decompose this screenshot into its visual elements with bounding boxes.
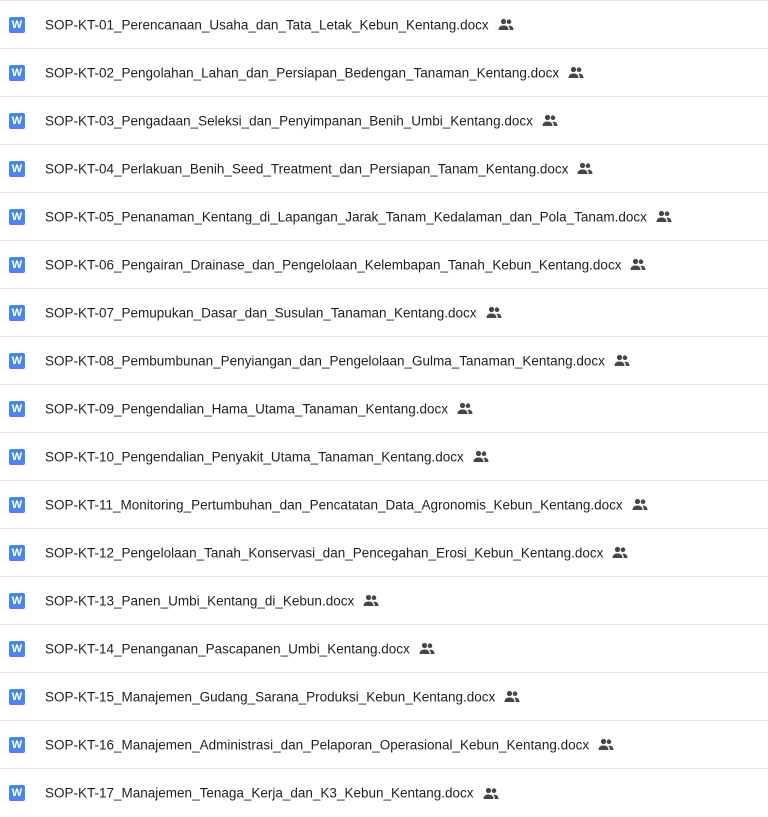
- file-name[interactable]: SOP-KT-09_Pengendalian_Hama_Utama_Tanama…: [45, 401, 448, 416]
- word-icon-letter: W: [11, 210, 23, 223]
- file-name[interactable]: SOP-KT-03_Pengadaan_Seleksi_dan_Penyimpa…: [45, 113, 533, 128]
- file-name[interactable]: SOP-KT-06_Pengairan_Drainase_dan_Pengelo…: [45, 257, 621, 272]
- shared-people-icon: [630, 258, 646, 271]
- word-icon: W: [9, 112, 25, 129]
- word-icon-letter: W: [11, 354, 23, 367]
- shared-people-icon: [614, 354, 630, 367]
- shared-people-icon: [577, 162, 593, 175]
- file-row[interactable]: W SOP-KT-11_Monitoring_Pertumbuhan_dan_P…: [0, 481, 768, 529]
- word-icon: W: [9, 640, 25, 657]
- file-row[interactable]: W SOP-KT-14_Penanganan_Pascapanen_Umbi_K…: [0, 625, 768, 673]
- file-name[interactable]: SOP-KT-14_Penanganan_Pascapanen_Umbi_Ken…: [45, 641, 410, 656]
- word-icon-letter: W: [11, 306, 23, 319]
- word-icon-letter: W: [11, 162, 23, 175]
- word-icon: W: [9, 496, 25, 513]
- word-icon-letter: W: [11, 66, 23, 79]
- word-icon-letter: W: [11, 594, 23, 607]
- word-icon-letter: W: [11, 450, 23, 463]
- file-name[interactable]: SOP-KT-05_Penanaman_Kentang_di_Lapangan_…: [45, 209, 647, 224]
- file-name[interactable]: SOP-KT-01_Perencanaan_Usaha_dan_Tata_Let…: [45, 17, 489, 32]
- shared-people-icon: [419, 642, 435, 655]
- word-icon-letter: W: [11, 498, 23, 511]
- file-row[interactable]: W SOP-KT-05_Penanaman_Kentang_di_Lapanga…: [0, 193, 768, 241]
- word-icon: W: [9, 160, 25, 177]
- file-row[interactable]: W SOP-KT-12_Pengelolaan_Tanah_Konservasi…: [0, 529, 768, 577]
- shared-people-icon: [542, 114, 558, 127]
- file-row[interactable]: W SOP-KT-04_Perlakuan_Benih_Seed_Treatme…: [0, 145, 768, 193]
- shared-people-icon: [498, 18, 514, 31]
- word-icon-letter: W: [11, 258, 23, 271]
- shared-people-icon: [656, 210, 672, 223]
- shared-people-icon: [363, 594, 379, 607]
- word-icon: W: [9, 448, 25, 465]
- shared-people-icon: [568, 66, 584, 79]
- file-row[interactable]: W SOP-KT-06_Pengairan_Drainase_dan_Penge…: [0, 241, 768, 289]
- word-icon: W: [9, 352, 25, 369]
- file-name[interactable]: SOP-KT-11_Monitoring_Pertumbuhan_dan_Pen…: [45, 497, 623, 512]
- file-name[interactable]: SOP-KT-12_Pengelolaan_Tanah_Konservasi_d…: [45, 545, 603, 560]
- shared-people-icon: [483, 787, 499, 799]
- file-name[interactable]: SOP-KT-07_Pemupukan_Dasar_dan_Susulan_Ta…: [45, 305, 477, 320]
- file-row[interactable]: W SOP-KT-08_Pembumbunan_Penyiangan_dan_P…: [0, 337, 768, 385]
- shared-people-icon: [504, 690, 520, 703]
- file-name[interactable]: SOP-KT-16_Manajemen_Administrasi_dan_Pel…: [45, 737, 589, 752]
- shared-people-icon: [486, 306, 502, 319]
- word-icon: W: [9, 544, 25, 561]
- file-row[interactable]: W SOP-KT-01_Perencanaan_Usaha_dan_Tata_L…: [0, 1, 768, 49]
- word-icon: W: [9, 208, 25, 225]
- file-name[interactable]: SOP-KT-15_Manajemen_Gudang_Sarana_Produk…: [45, 689, 495, 704]
- file-row[interactable]: W SOP-KT-13_Panen_Umbi_Kentang_di_Kebun.…: [0, 577, 768, 625]
- shared-people-icon: [598, 738, 614, 751]
- word-icon: W: [9, 785, 25, 801]
- word-icon: W: [9, 64, 25, 81]
- word-icon-letter: W: [11, 738, 23, 751]
- word-icon: W: [9, 688, 25, 705]
- file-row[interactable]: W SOP-KT-03_Pengadaan_Seleksi_dan_Penyim…: [0, 97, 768, 145]
- shared-people-icon: [473, 450, 489, 463]
- word-icon-letter: W: [11, 642, 23, 655]
- file-row[interactable]: W SOP-KT-02_Pengolahan_Lahan_dan_Persiap…: [0, 49, 768, 97]
- file-name[interactable]: SOP-KT-04_Perlakuan_Benih_Seed_Treatment…: [45, 161, 568, 176]
- file-name[interactable]: SOP-KT-08_Pembumbunan_Penyiangan_dan_Pen…: [45, 353, 605, 368]
- file-row[interactable]: W SOP-KT-10_Pengendalian_Penyakit_Utama_…: [0, 433, 768, 481]
- file-row[interactable]: W SOP-KT-15_Manajemen_Gudang_Sarana_Prod…: [0, 673, 768, 721]
- file-row[interactable]: W SOP-KT-16_Manajemen_Administrasi_dan_P…: [0, 721, 768, 769]
- file-name[interactable]: SOP-KT-13_Panen_Umbi_Kentang_di_Kebun.do…: [45, 593, 354, 608]
- word-icon-letter: W: [11, 787, 23, 799]
- shared-people-icon: [632, 498, 648, 511]
- file-list: W SOP-KT-01_Perencanaan_Usaha_dan_Tata_L…: [0, 0, 768, 811]
- shared-people-icon: [457, 402, 473, 415]
- word-icon: W: [9, 256, 25, 273]
- word-icon-letter: W: [11, 546, 23, 559]
- shared-people-icon: [612, 546, 628, 559]
- file-name[interactable]: SOP-KT-10_Pengendalian_Penyakit_Utama_Ta…: [45, 449, 464, 464]
- file-row[interactable]: W SOP-KT-07_Pemupukan_Dasar_dan_Susulan_…: [0, 289, 768, 337]
- word-icon: W: [9, 16, 25, 33]
- word-icon: W: [9, 400, 25, 417]
- file-row[interactable]: W SOP-KT-09_Pengendalian_Hama_Utama_Tana…: [0, 385, 768, 433]
- file-name[interactable]: SOP-KT-17_Manajemen_Tenaga_Kerja_dan_K3_…: [45, 786, 474, 801]
- word-icon-letter: W: [11, 18, 23, 31]
- file-name[interactable]: SOP-KT-02_Pengolahan_Lahan_dan_Persiapan…: [45, 65, 559, 80]
- word-icon: W: [9, 304, 25, 321]
- word-icon-letter: W: [11, 402, 23, 415]
- file-row[interactable]: W SOP-KT-17_Manajemen_Tenaga_Kerja_dan_K…: [0, 769, 768, 817]
- word-icon-letter: W: [11, 690, 23, 703]
- word-icon: W: [9, 592, 25, 609]
- word-icon-letter: W: [11, 114, 23, 127]
- word-icon: W: [9, 736, 25, 753]
